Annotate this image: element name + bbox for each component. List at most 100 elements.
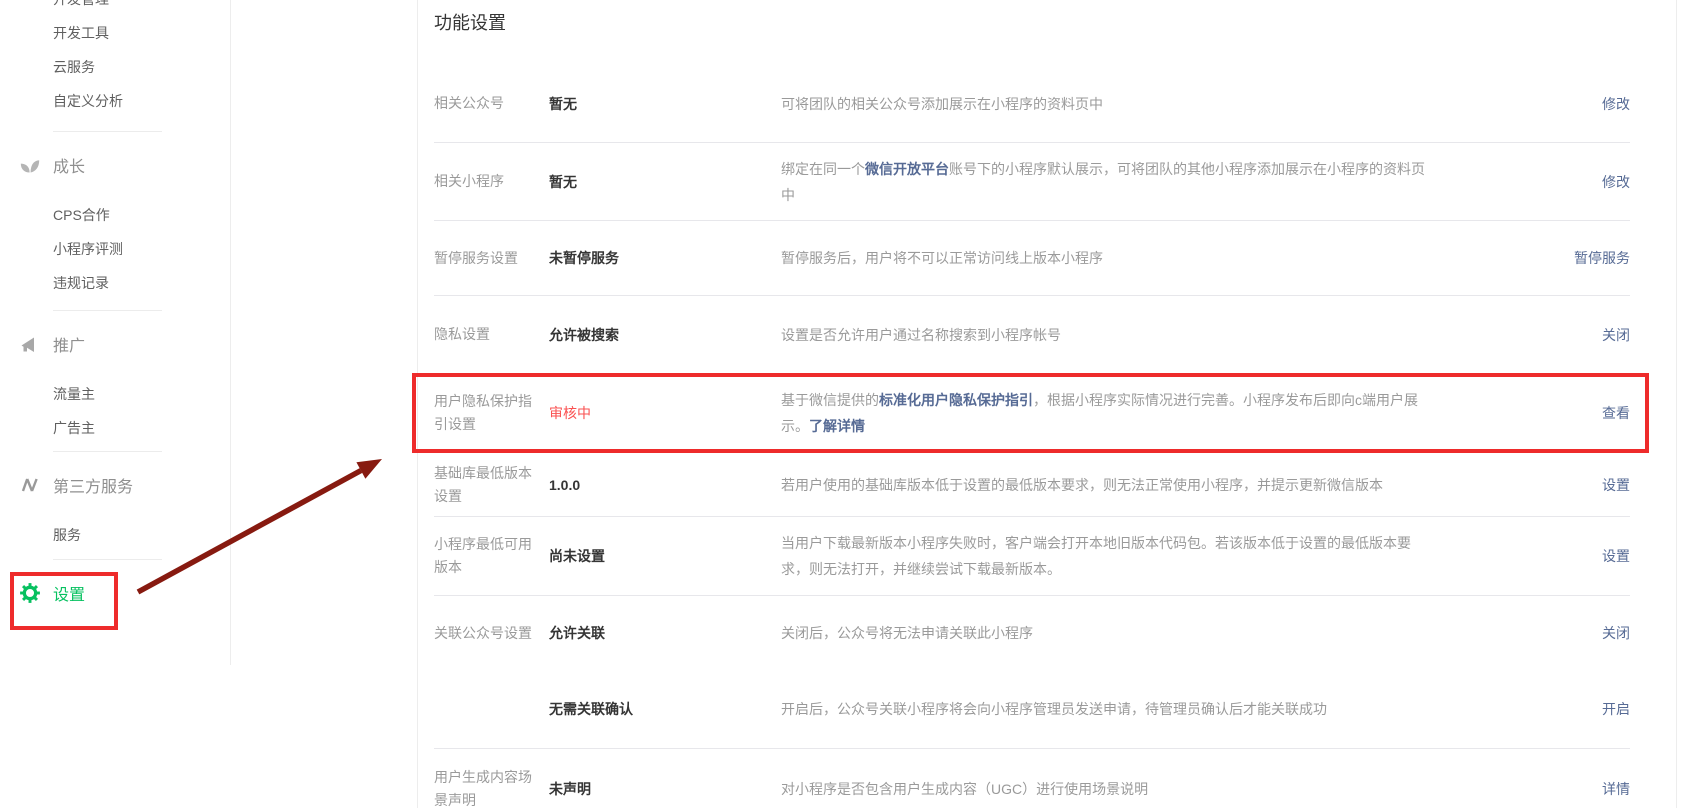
row-action-cell: 暂停服务 xyxy=(1574,248,1630,268)
settings-rows: 相关公众号暂无可将团队的相关公众号添加展示在小程序的资料页中修改相关小程序暂无绑… xyxy=(434,65,1630,808)
description-text: 绑定在同一个 xyxy=(781,161,865,177)
megaphone-icon xyxy=(18,332,42,356)
sidebar-item-dev-manage[interactable]: 开发管理 xyxy=(0,0,230,16)
row-value: 未暂停服务 xyxy=(549,248,781,268)
row-value: 暂无 xyxy=(549,94,781,114)
row-description: 关闭后，公众号将无法申请关联此小程序 xyxy=(781,620,1436,646)
description-text: 对小程序是否包含用户生成内容（UGC）进行使用场景说明 xyxy=(781,781,1148,797)
sidebar-item-violation-record[interactable]: 违规记录 xyxy=(0,266,230,300)
sidebar-item-advertiser[interactable]: 广告主 xyxy=(0,411,230,445)
row-action-related-mini-programs[interactable]: 修改 xyxy=(1602,174,1630,190)
settings-row-privacy-search: 隐私设置允许被搜索设置是否允许用户通过名称搜索到小程序帐号 关闭 xyxy=(434,295,1630,373)
row-value: 暂无 xyxy=(549,172,781,192)
sidebar-section-growth[interactable]: 成长 xyxy=(0,140,230,190)
row-label: 相关公众号 xyxy=(434,92,549,115)
sidebar: 开发管理 开发工具 云服务 自定义分析 成长 CPS合作 小程序评测 违规记录 xyxy=(0,0,231,665)
row-value: 审核中 xyxy=(549,403,781,423)
row-value: 无需关联确认 xyxy=(549,699,781,719)
inline-link[interactable]: 标准化用户隐私保护指引 xyxy=(879,392,1033,408)
description-text: 若用户使用的基础库版本低于设置的最低版本要求，则无法正常使用小程序，并提示更新微… xyxy=(781,477,1383,493)
row-value: 未声明 xyxy=(549,779,781,799)
settings-row-min-available-version: 小程序最低可用版本尚未设置当用户下载最新版本小程序失败时，客户端会打开本地旧版本… xyxy=(434,516,1630,595)
row-label: 基础库最低版本设置 xyxy=(434,462,549,508)
gear-icon xyxy=(18,581,42,605)
settings-row-official-account-link: 关联公众号设置允许关联关闭后，公众号将无法申请关联此小程序 关闭 xyxy=(434,595,1630,670)
row-action-suspend-service[interactable]: 暂停服务 xyxy=(1574,250,1630,266)
row-action-cell: 查看 xyxy=(1602,403,1630,423)
sidebar-section-third-party[interactable]: 第三方服务 xyxy=(0,460,230,510)
row-action-link-confirmation[interactable]: 开启 xyxy=(1602,701,1630,717)
row-action-official-account-link[interactable]: 关闭 xyxy=(1602,625,1630,641)
row-description: 基于微信提供的标准化用户隐私保护指引，根据小程序实际情况进行完善。小程序发布后即… xyxy=(781,387,1436,439)
settings-row-min-sdk-version: 基础库最低版本设置1.0.0若用户使用的基础库版本低于设置的最低版本要求，则无法… xyxy=(434,452,1630,516)
row-label: 隐私设置 xyxy=(434,323,549,346)
row-label: 用户生成内容场景声明 xyxy=(434,766,549,808)
description-text: 设置是否允许用户通过名称搜索到小程序帐号 xyxy=(781,327,1061,343)
page: 开发管理 开发工具 云服务 自定义分析 成长 CPS合作 小程序评测 违规记录 xyxy=(0,0,1688,808)
description-text: 开启后，公众号关联小程序将会向小程序管理员发送申请，待管理员确认后才能关联成功 xyxy=(781,701,1327,717)
description-text: 基于微信提供的 xyxy=(781,392,879,408)
row-label: 暂停服务设置 xyxy=(434,247,549,270)
settings-row-link-confirmation: 无需关联确认开启后，公众号关联小程序将会向小程序管理员发送申请，待管理员确认后才… xyxy=(434,670,1630,748)
main-content: 功能设置 相关公众号暂无可将团队的相关公众号添加展示在小程序的资料页中修改相关小… xyxy=(417,0,1677,808)
sidebar-item-cps[interactable]: CPS合作 xyxy=(0,198,230,232)
description-text: 暂停服务后，用户将不可以正常访问线上版本小程序 xyxy=(781,250,1103,266)
row-label: 小程序最低可用版本 xyxy=(434,533,549,579)
row-description: 可将团队的相关公众号添加展示在小程序的资料页中 xyxy=(781,91,1436,117)
row-action-cell: 关闭 xyxy=(1602,325,1630,345)
row-value: 允许被搜索 xyxy=(549,325,781,345)
description-text: 当用户下载最新版本小程序失败时，客户端会打开本地旧版本代码包。若该版本低于设置的… xyxy=(781,535,1411,577)
row-action-ugc-declaration[interactable]: 详情 xyxy=(1602,781,1630,797)
row-label: 关联公众号设置 xyxy=(434,622,549,645)
row-action-cell: 设置 xyxy=(1602,475,1630,495)
settings-row-ugc-declaration: 用户生成内容场景声明未声明对小程序是否包含用户生成内容（UGC）进行使用场景说明… xyxy=(434,748,1630,808)
sidebar-section-settings[interactable]: 设置 xyxy=(0,568,230,618)
row-action-privacy-guideline[interactable]: 查看 xyxy=(1602,405,1630,421)
sidebar-section-label: 推广 xyxy=(53,332,85,356)
sidebar-section-label: 设置 xyxy=(53,581,85,605)
row-action-cell: 设置 xyxy=(1602,546,1630,566)
row-description: 对小程序是否包含用户生成内容（UGC）进行使用场景说明 xyxy=(781,776,1436,802)
sidebar-item-custom-analysis[interactable]: 自定义分析 xyxy=(0,84,230,118)
settings-row-related-official-account: 相关公众号暂无可将团队的相关公众号添加展示在小程序的资料页中 修改 xyxy=(434,65,1630,142)
inline-link[interactable]: 了解详情 xyxy=(809,418,865,434)
sidebar-item-cloud-service[interactable]: 云服务 xyxy=(0,50,230,84)
description-text: 关闭后，公众号将无法申请关联此小程序 xyxy=(781,625,1033,641)
row-description: 开启后，公众号关联小程序将会向小程序管理员发送申请，待管理员确认后才能关联成功 xyxy=(781,696,1436,722)
row-action-cell: 详情 xyxy=(1602,779,1630,799)
row-value: 允许关联 xyxy=(549,623,781,643)
row-label: 相关小程序 xyxy=(434,170,549,193)
row-action-related-official-account[interactable]: 修改 xyxy=(1602,96,1630,112)
sidebar-item-mp-review[interactable]: 小程序评测 xyxy=(0,232,230,266)
row-action-min-available-version[interactable]: 设置 xyxy=(1602,548,1630,564)
row-action-cell: 开启 xyxy=(1602,699,1630,719)
row-description: 若用户使用的基础库版本低于设置的最低版本要求，则无法正常使用小程序，并提示更新微… xyxy=(781,472,1436,498)
row-action-privacy-search[interactable]: 关闭 xyxy=(1602,327,1630,343)
page-title: 功能设置 xyxy=(434,0,1630,65)
row-action-cell: 修改 xyxy=(1602,172,1630,192)
row-label: 用户隐私保护指引设置 xyxy=(434,390,549,436)
row-description: 绑定在同一个微信开放平台账号下的小程序默认展示，可将团队的其他小程序添加展示在小… xyxy=(781,156,1436,208)
sidebar-section-promotion[interactable]: 推广 xyxy=(0,319,230,369)
sprout-icon xyxy=(18,153,42,177)
sidebar-item-dev-tools[interactable]: 开发工具 xyxy=(0,16,230,50)
row-action-cell: 关闭 xyxy=(1602,623,1630,643)
row-action-min-sdk-version[interactable]: 设置 xyxy=(1602,477,1630,493)
sidebar-section-label: 成长 xyxy=(53,153,85,177)
settings-row-suspend-service: 暂停服务设置未暂停服务暂停服务后，用户将不可以正常访问线上版本小程序 暂停服务 xyxy=(434,220,1630,295)
sidebar-divider xyxy=(53,131,162,132)
third-party-service-icon xyxy=(18,473,42,497)
sidebar-item-traffic-owner[interactable]: 流量主 xyxy=(0,377,230,411)
inline-link[interactable]: 微信开放平台 xyxy=(865,161,949,177)
row-action-cell: 修改 xyxy=(1602,94,1630,114)
description-text: 可将团队的相关公众号添加展示在小程序的资料页中 xyxy=(781,96,1103,112)
sidebar-item-service[interactable]: 服务 xyxy=(0,518,230,552)
row-value: 1.0.0 xyxy=(549,475,781,495)
row-description: 暂停服务后，用户将不可以正常访问线上版本小程序 xyxy=(781,245,1436,271)
row-value: 尚未设置 xyxy=(549,546,781,566)
sidebar-divider xyxy=(53,559,162,560)
sidebar-section-label: 第三方服务 xyxy=(53,473,133,497)
row-description: 当用户下载最新版本小程序失败时，客户端会打开本地旧版本代码包。若该版本低于设置的… xyxy=(781,530,1436,582)
sidebar-divider xyxy=(53,451,162,452)
settings-row-privacy-guideline: 用户隐私保护指引设置审核中基于微信提供的标准化用户隐私保护指引，根据小程序实际情… xyxy=(434,373,1630,452)
